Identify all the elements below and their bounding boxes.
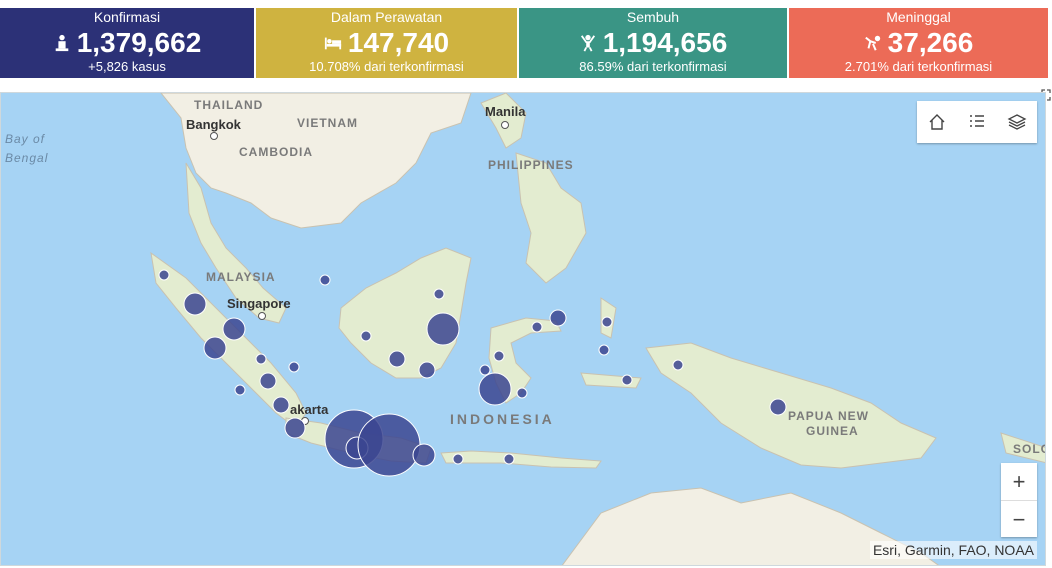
home-icon[interactable] — [927, 112, 947, 132]
case-bubble[interactable] — [284, 417, 306, 439]
recovered-title: Sembuh — [626, 9, 680, 25]
case-bubble[interactable] — [357, 413, 421, 477]
label-manila: Manila — [485, 104, 526, 119]
case-bubble[interactable] — [769, 398, 787, 416]
confirmed-value: 1,379,662 — [76, 27, 202, 58]
label-vietnam: VIETNAM — [297, 116, 358, 130]
label-bay-of: Bay of — [5, 132, 46, 146]
celebrating-person-icon — [580, 34, 595, 52]
zoom-out-button[interactable]: − — [1001, 501, 1037, 538]
case-bubble[interactable] — [183, 292, 207, 316]
deaths-title: Meninggal — [886, 9, 951, 25]
label-indonesia: INDONESIA — [450, 411, 555, 427]
case-bubble[interactable] — [433, 288, 445, 300]
case-bubble[interactable] — [412, 443, 436, 467]
map-attribution: Esri, Garmin, FAO, NOAA — [869, 541, 1037, 559]
confirmed-card: Konfirmasi 1,379,662 +5,826 kasus — [0, 8, 254, 78]
case-bubble[interactable] — [549, 309, 567, 327]
manila-marker — [501, 121, 509, 129]
case-bubble[interactable] — [158, 269, 170, 281]
deaths-value: 37,266 — [887, 27, 974, 58]
case-bubble[interactable] — [319, 274, 331, 286]
person-icon — [55, 34, 69, 52]
label-bengal: Bengal — [5, 151, 49, 165]
falling-person-icon — [864, 35, 880, 51]
case-bubble[interactable] — [418, 361, 436, 379]
singapore-marker — [258, 312, 266, 320]
case-bubble[interactable] — [259, 372, 277, 390]
label-solo: SOLO — [1013, 442, 1045, 456]
label-papua-new: PAPUA NEW — [788, 409, 869, 423]
case-bubble[interactable] — [203, 336, 227, 360]
case-bubble[interactable] — [479, 364, 491, 376]
label-guinea: GUINEA — [806, 424, 859, 438]
zoom-in-button[interactable]: + — [1001, 463, 1037, 501]
case-bubble[interactable] — [621, 374, 633, 386]
case-bubble[interactable] — [234, 384, 246, 396]
confirmed-title: Konfirmasi — [93, 9, 161, 25]
deaths-card: Meninggal 37,266 2.701% dari terkonfirma… — [789, 8, 1048, 78]
label-philippines: PHILIPPINES — [488, 158, 574, 172]
label-jakarta: akarta — [290, 402, 329, 417]
legend-list-icon[interactable] — [967, 112, 987, 132]
case-bubble[interactable] — [272, 396, 290, 414]
recovered-card: Sembuh 1,194,656 86.59% dari terkonfirma… — [519, 8, 787, 78]
label-singapore: Singapore — [227, 296, 291, 311]
case-bubble[interactable] — [255, 353, 267, 365]
case-bubble[interactable] — [672, 359, 684, 371]
bangkok-marker — [210, 132, 218, 140]
stats-bar: Konfirmasi 1,379,662 +5,826 kasus Dalam … — [0, 0, 1052, 78]
case-bubble[interactable] — [222, 317, 246, 341]
treated-card: Dalam Perawatan 147,740 10.708% dari ter… — [256, 8, 517, 78]
treated-sub: 10.708% dari terkonfirmasi — [309, 59, 464, 74]
case-bubble[interactable] — [426, 312, 460, 346]
case-bubble[interactable] — [503, 453, 515, 465]
case-bubble[interactable] — [360, 330, 372, 342]
treated-title: Dalam Perawatan — [330, 9, 443, 25]
case-bubble[interactable] — [478, 372, 512, 406]
label-malaysia: MALAYSIA — [206, 270, 276, 284]
case-bubble[interactable] — [388, 350, 406, 368]
recovered-value: 1,194,656 — [602, 27, 728, 58]
case-bubble[interactable] — [452, 453, 464, 465]
bed-icon — [324, 37, 341, 50]
case-bubble[interactable] — [601, 316, 613, 328]
layers-icon[interactable] — [1007, 112, 1027, 132]
label-cambodia: CAMBODIA — [239, 145, 313, 159]
case-bubble[interactable] — [598, 344, 610, 356]
treated-value: 147,740 — [347, 27, 450, 58]
map-toolbar — [917, 101, 1037, 143]
case-bubble[interactable] — [493, 350, 505, 362]
recovered-sub: 86.59% dari terkonfirmasi — [579, 59, 727, 74]
map-view[interactable]: THAILAND Bangkok VIETNAM CAMBODIA Manila… — [0, 92, 1046, 566]
case-bubble[interactable] — [531, 321, 543, 333]
label-thailand: THAILAND — [194, 98, 264, 112]
confirmed-sub: +5,826 kasus — [88, 59, 166, 74]
label-bangkok: Bangkok — [186, 117, 241, 132]
deaths-sub: 2.701% dari terkonfirmasi — [844, 59, 993, 74]
case-bubble[interactable] — [288, 361, 300, 373]
case-bubble[interactable] — [516, 387, 528, 399]
zoom-control: + − — [1001, 463, 1037, 537]
